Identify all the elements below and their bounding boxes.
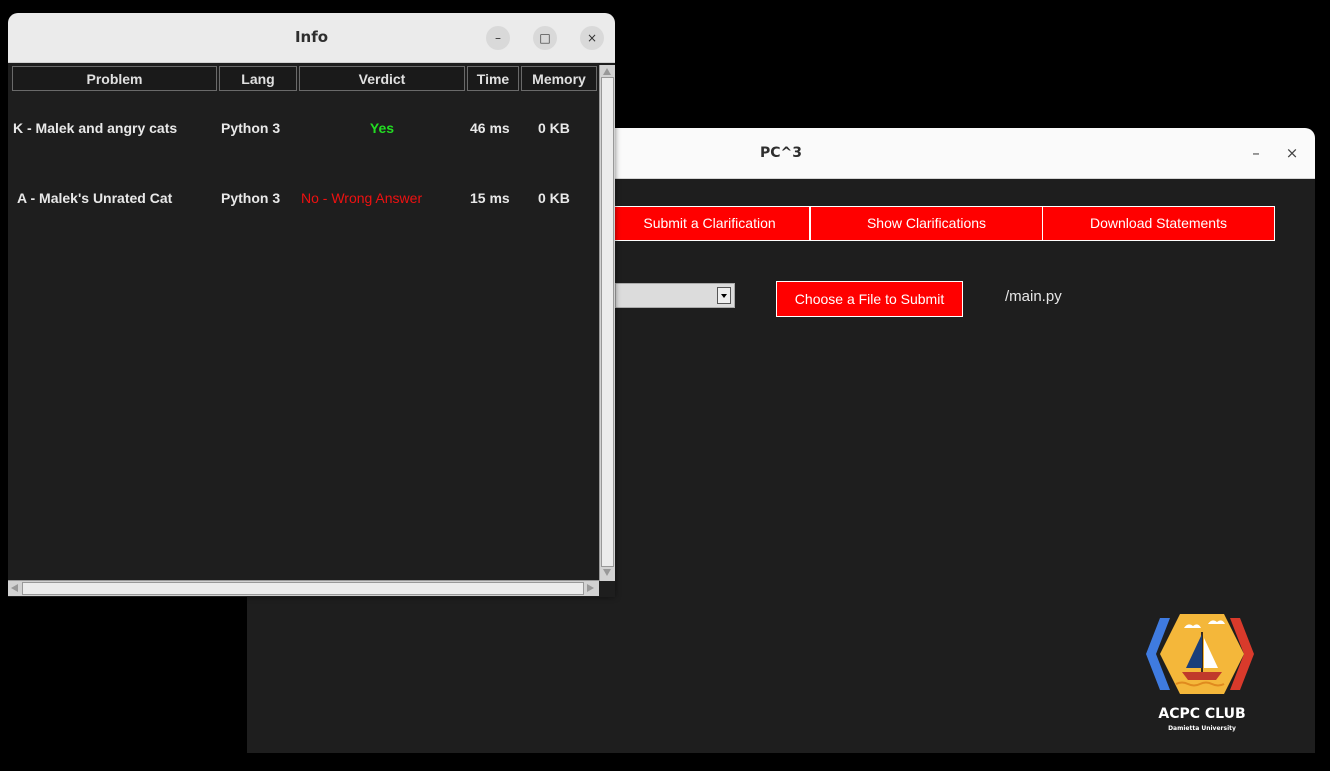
scroll-right-icon[interactable] [587,584,594,592]
show-clarifications-button[interactable]: Show Clarifications [810,206,1043,241]
minimize-button[interactable]: – [486,26,510,50]
logo-title: ACPC CLUB [1158,706,1245,722]
info-window-title: Info [294,28,329,46]
column-header-time[interactable]: Time [467,66,519,91]
acpc-club-logo: ACPC CLUB Damietta University [1146,614,1254,732]
vertical-scrollbar[interactable] [599,65,615,581]
chevron-down-icon[interactable] [717,287,731,304]
logo-subtitle: Damietta University [1168,725,1236,732]
download-statements-button[interactable]: Download Statements [1042,206,1275,241]
time-cell: 46 ms [470,120,510,136]
language-select[interactable] [615,283,735,308]
maximize-button[interactable]: □ [533,26,557,50]
boat-icon [1182,672,1222,680]
memory-cell: 0 KB [538,120,570,136]
info-titlebar[interactable]: Info – □ × [8,13,615,63]
info-window: Info – □ × Problem Lang Verdict Time Mem… [8,13,615,597]
lang-cell: Python 3 [221,190,281,206]
verdict-cell: Yes [369,120,395,136]
time-cell: 15 ms [470,190,510,206]
scroll-up-icon[interactable] [603,68,611,75]
horizontal-scrollbar[interactable] [8,580,599,596]
close-button[interactable]: × [1281,142,1303,164]
memory-cell: 0 KB [538,190,570,206]
vertical-scroll-thumb[interactable] [601,77,614,567]
choose-file-button[interactable]: Choose a File to Submit [776,281,963,317]
problem-cell: K - Malek and angry cats [13,120,178,136]
scroll-left-icon[interactable] [11,584,18,592]
submit-clarification-button[interactable]: Submit a Clarification [609,206,810,241]
minimize-button[interactable]: – [1245,142,1267,164]
close-button[interactable]: × [580,26,604,50]
problem-cell: A - Malek's Unrated Cat [17,190,173,206]
column-header-memory[interactable]: Memory [521,66,597,91]
selected-file-label: /main.py [1005,288,1062,305]
scroll-down-icon[interactable] [603,569,611,576]
column-header-problem[interactable]: Problem [12,66,217,91]
horizontal-scroll-thumb[interactable] [22,582,584,595]
column-header-lang[interactable]: Lang [219,66,297,91]
column-header-verdict[interactable]: Verdict [299,66,465,91]
verdict-cell: No - Wrong Answer [301,190,423,206]
lang-cell: Python 3 [221,120,281,136]
